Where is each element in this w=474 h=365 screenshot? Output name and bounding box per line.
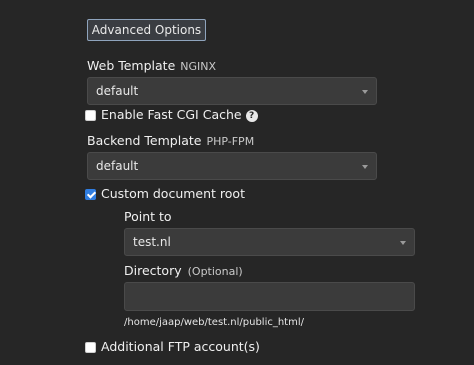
backend-template-select[interactable]: default (87, 152, 377, 180)
point-to-select[interactable]: test.nl (124, 228, 415, 256)
web-template-value: default (96, 84, 139, 98)
fast-cgi-label: Enable Fast CGI Cache (101, 107, 242, 122)
backend-template-label: Backend Template (87, 133, 202, 148)
web-template-label: Web Template (87, 58, 176, 73)
chevron-down-icon (362, 165, 368, 169)
web-template-select[interactable]: default (87, 77, 377, 105)
checkmark-icon (86, 189, 97, 199)
custom-docroot-checkbox[interactable] (85, 189, 97, 200)
directory-input[interactable] (124, 282, 415, 311)
help-icon[interactable]: ? (245, 110, 258, 122)
fast-cgi-checkbox[interactable] (85, 110, 96, 121)
directory-optional: (Optional) (187, 265, 243, 278)
advanced-options-button[interactable]: Advanced Options (87, 19, 206, 41)
web-template-sub: NGINX (180, 60, 217, 73)
chevron-down-icon (362, 90, 368, 94)
backend-template-sub: PHP-FPM (206, 135, 255, 148)
directory-label-row: Directory (Optional) (124, 263, 243, 278)
chevron-down-icon (400, 241, 406, 245)
directory-path-hint: /home/jaap/web/test.nl/public_html/ (124, 317, 304, 328)
backend-template-label-row: Backend Template PHP-FPM (87, 133, 254, 148)
additional-ftp-label: Additional FTP account(s) (101, 339, 260, 354)
point-to-value: test.nl (133, 235, 171, 249)
additional-ftp-checkbox[interactable] (85, 342, 96, 353)
directory-label: Directory (124, 263, 182, 278)
fast-cgi-label-row: Enable Fast CGI Cache? (101, 107, 258, 122)
backend-template-value: default (96, 159, 139, 173)
web-template-label-row: Web Template NGINX (87, 58, 216, 73)
point-to-label: Point to (124, 209, 172, 224)
custom-docroot-label: Custom document root (101, 186, 245, 201)
